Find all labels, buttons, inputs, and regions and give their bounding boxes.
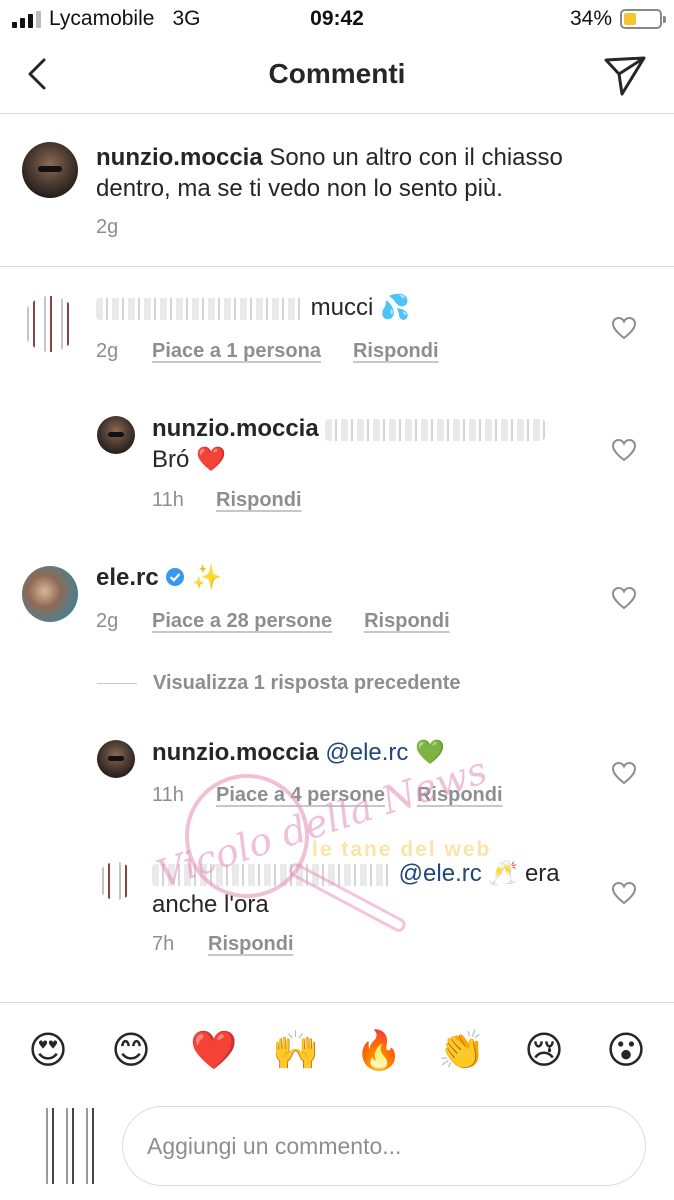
reply-meta: 11h Rispondi (152, 489, 302, 512)
emoji-heart-eyes-button[interactable]: 😍 (24, 1026, 72, 1074)
avatar[interactable] (22, 296, 78, 352)
watermark-text: le tane del web (312, 838, 492, 861)
reply-timestamp: 7h (152, 933, 175, 955)
reply-username[interactable]: nunzio.moccia (152, 739, 319, 766)
heart-icon[interactable] (611, 586, 637, 610)
battery-percent: 34% (569, 7, 612, 30)
reply-link[interactable]: Rispondi (364, 610, 450, 633)
reply-link[interactable]: Rispondi (353, 340, 439, 363)
heart-icon[interactable] (611, 438, 637, 462)
page-title: Commenti (268, 58, 406, 89)
reply-body: Bró ❤️ (152, 446, 226, 473)
avatar[interactable] (97, 862, 135, 900)
emoji-surprised-button[interactable]: 😮 (602, 1026, 650, 1074)
caption-meta: 2g (96, 216, 118, 239)
caption-text: nunzio.moccia Sono un altro con il chias… (96, 142, 656, 204)
paper-plane-icon[interactable] (602, 52, 648, 98)
caption-timestamp: 2g (96, 216, 119, 238)
comment-timestamp: 2g (96, 610, 119, 632)
avatar[interactable] (97, 740, 135, 778)
heart-icon[interactable] (611, 881, 637, 905)
avatar (40, 1108, 104, 1184)
reply-body-line1: 🥂 era (488, 860, 560, 887)
status-bar: Lycamobile 3G 09:42 34% (0, 0, 674, 40)
comment-timestamp: 2g (96, 340, 119, 362)
comment-username[interactable]: ele.rc (96, 564, 159, 591)
caption-line1: Sono un altro con il chiasso (269, 144, 563, 171)
hidden-username (96, 297, 304, 320)
comment-input[interactable] (122, 1106, 646, 1186)
emoji-crying-button[interactable]: 😢 (520, 1026, 568, 1074)
likes-link[interactable]: Piace a 28 persone (152, 610, 332, 633)
view-replies-line (97, 683, 137, 684)
emoji-quick-bar: 😍 😊 ❤️ 🙌 🔥 👏 😢 😮 (0, 1026, 674, 1076)
comment-body: ✨ (192, 564, 222, 591)
reply-link[interactable]: Rispondi (216, 489, 302, 512)
view-replies-label[interactable]: Visualizza 1 risposta precedente (153, 672, 461, 695)
reply-username[interactable]: nunzio.moccia (152, 415, 319, 442)
caption-divider (0, 266, 674, 267)
emoji-red-heart-button[interactable]: ❤️ (190, 1026, 238, 1074)
heart-icon[interactable] (611, 316, 637, 340)
comment-text: mucci 💦 (96, 292, 596, 323)
hidden-mention (325, 418, 546, 441)
reply-timestamp: 11h (152, 489, 184, 511)
avatar[interactable] (22, 566, 78, 622)
emoji-smile-button[interactable]: 😊 (107, 1026, 155, 1074)
reply-link[interactable]: Rispondi (208, 933, 294, 956)
reply-text: nunzio.moccia @ele.rc 💚 (152, 737, 592, 768)
verified-badge-icon (166, 568, 185, 586)
heart-icon[interactable] (611, 761, 637, 785)
nav-header: Commenti (0, 40, 674, 114)
comment-meta: 2g Piace a 28 persone Rispondi (96, 610, 450, 633)
reply-text: nunzio.moccia Bró ❤️ (152, 413, 592, 475)
battery-icon (620, 9, 666, 29)
view-previous-replies[interactable]: Visualizza 1 risposta precedente (97, 672, 461, 695)
caption-line2: dentro, ma se ti vedo non lo sento più. (96, 175, 503, 202)
likes-link[interactable]: Piace a 1 persona (152, 340, 321, 363)
caption-username[interactable]: nunzio.moccia (96, 144, 263, 171)
avatar[interactable] (22, 142, 78, 198)
reply-meta: 7h Rispondi (152, 933, 294, 956)
comment-text: ele.rc ✨ (96, 562, 596, 593)
composer-divider (0, 1002, 674, 1003)
avatar[interactable] (97, 416, 135, 454)
emoji-fire-button[interactable]: 🔥 (355, 1026, 403, 1074)
emoji-clap-button[interactable]: 👏 (438, 1026, 486, 1074)
reply-mention[interactable]: @ele.rc (399, 860, 482, 887)
reply-mention[interactable]: @ele.rc (325, 739, 408, 766)
emoji-raised-hands-button[interactable]: 🙌 (272, 1026, 320, 1074)
battery-fill (624, 13, 636, 25)
comment-body: mucci 💦 (310, 294, 410, 321)
comment-meta: 2g Piace a 1 persona Rispondi (96, 340, 439, 363)
status-right: 34% (569, 7, 666, 31)
